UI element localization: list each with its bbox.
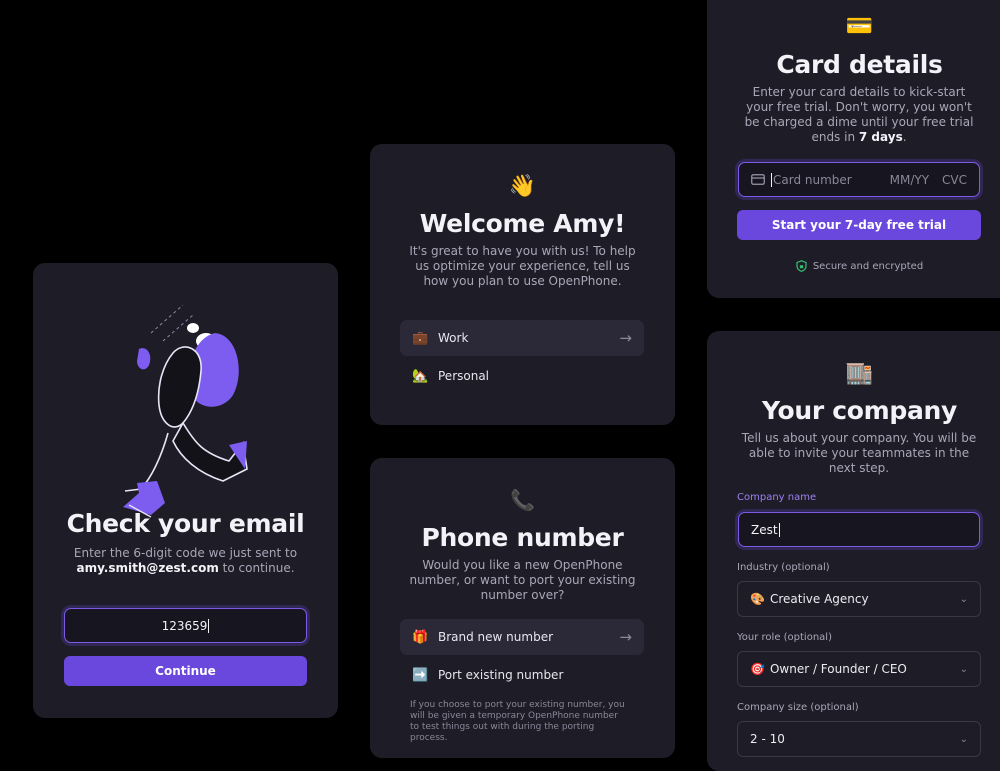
secure-text: Secure and encrypted [812,260,924,272]
email-address: amy.smith@zest.com [76,561,219,575]
company-title: Your company [761,396,958,425]
start-trial-button[interactable]: Start your 7-day free trial [737,210,981,240]
continue-button[interactable]: Continue [64,656,307,686]
page-title: Check your email [66,509,305,538]
card-details-period: . [902,130,907,144]
expiry-placeholder[interactable]: MM/YY [890,173,929,187]
option-work-label: Work [438,331,469,345]
card-details-description: Enter your card details to kick-start yo… [739,85,979,145]
right-arrow-icon: ➡️ [412,667,429,683]
chevron-down-icon: ⌄ [959,733,968,745]
option-personal[interactable]: 🏡 Personal [400,358,644,394]
welcome-description: It's great to have you with us! To help … [409,244,636,288]
target-icon: 🎯 [750,662,765,676]
text-caret [208,618,210,633]
palette-icon: 🎨 [750,592,765,606]
role-select[interactable]: 🎯 Owner / Founder / CEO ⌄ [737,651,981,687]
card-details-title: Card details [776,50,943,79]
option-port-existing[interactable]: ➡️ Port existing number [400,657,644,693]
phone-title: Phone number [421,523,624,552]
card-number-input[interactable]: Card number MM/YY CVC [738,162,980,197]
role-label: Your role (optional) [737,632,832,643]
telephone-icon: 📞 [510,488,535,512]
code-value: 123659 [161,618,208,633]
company-name-value: Zest [751,522,778,537]
company-size-select[interactable]: 2 - 10 ⌄ [737,721,981,757]
industry-label: Industry (optional) [737,562,830,573]
check-email-card: Check your email Enter the 6-digit code … [33,263,338,718]
credit-card-outline-icon [751,174,765,185]
arrow-right-icon: → [619,628,632,646]
briefcase-icon: 💼 [412,330,429,346]
credit-card-icon: 💳 [845,14,874,39]
waving-hand-icon: 👋 [508,174,537,199]
company-name-label: Company name [737,492,817,503]
welcome-title: Welcome Amy! [419,209,626,238]
phone-number-card: 📞 Phone number Would you like a new Open… [370,458,675,758]
office-building-icon: 🏬 [845,361,874,386]
option-brand-new-number[interactable]: 🎁 Brand new number → [400,619,644,655]
arrow-right-icon: → [619,329,632,347]
industry-select[interactable]: 🎨 Creative Agency ⌄ [737,581,981,617]
instructions-suffix: to continue. [222,561,295,575]
trial-days: 7 days [858,130,903,144]
instructions-line2: amy.smith@zest.com to continue. [63,561,308,576]
company-size-value: 2 - 10 [750,732,785,746]
company-name-input[interactable]: Zest [738,512,980,547]
verification-code-input[interactable]: 123659 [64,608,307,643]
option-work[interactable]: 💼 Work → [400,320,644,356]
house-icon: 🏡 [412,368,429,384]
shield-icon [796,260,807,272]
card-details-card: 💳 Card details Enter your card details t… [707,0,1000,298]
card-number-placeholder: Card number [773,172,852,187]
company-card: 🏬 Your company Tell us about your compan… [707,331,1000,771]
runner-illustration [123,304,248,518]
phone-description: Would you like a new OpenPhone number, o… [409,558,636,602]
secure-notice: Secure and encrypted [707,260,1000,272]
option-personal-label: Personal [438,369,490,383]
chevron-down-icon: ⌄ [959,663,968,675]
welcome-card: 👋 Welcome Amy! It's great to have you wi… [370,144,675,425]
option-brand-new-label: Brand new number [438,630,554,644]
text-caret [771,172,772,187]
company-description: Tell us about your company. You will be … [741,431,977,475]
email-instructions: Enter the 6-digit code we just sent to a… [63,546,308,576]
instructions-text: Enter the 6-digit code we just sent to [73,546,298,560]
industry-value: Creative Agency [769,592,869,606]
option-port-label: Port existing number [438,668,564,682]
role-value: Owner / Founder / CEO [769,662,907,676]
company-size-label: Company size (optional) [737,702,859,713]
porting-footnote: If you choose to port your existing numb… [410,700,625,743]
cvc-placeholder[interactable]: CVC [942,173,967,187]
text-caret [778,522,780,537]
gift-icon: 🎁 [412,629,429,645]
chevron-down-icon: ⌄ [959,593,968,605]
